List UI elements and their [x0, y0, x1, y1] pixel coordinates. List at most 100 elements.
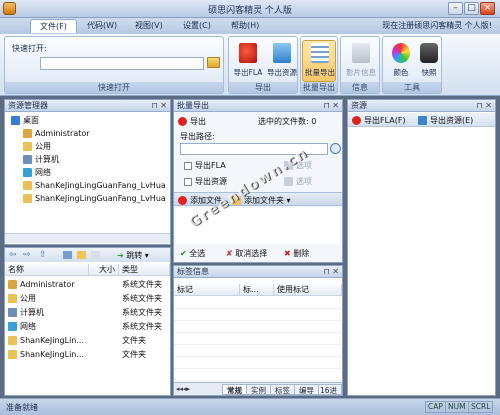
menu-settings[interactable]: 设置(C): [174, 19, 220, 33]
column-tag-short[interactable]: 标...: [240, 284, 274, 296]
batch-group: 批量导出 批量导出: [300, 36, 338, 94]
tree-item-folder-1[interactable]: ShanKeJingLingGuanFang_LvHua: [23, 180, 169, 192]
file-row[interactable]: 公用 系统文件夹: [5, 292, 173, 305]
resources-panel-header: 资源 ⊓ ✕: [348, 100, 495, 112]
batch-panel-header: 批量导出 ⊓ ✕: [174, 100, 342, 112]
tree-item-desktop[interactable]: 桌面: [11, 115, 39, 127]
network-icon: [8, 322, 17, 331]
explorer-panel: 资源管理器 ⊓ ✕ 桌面 Administrator 公用 计算机 网络 Sha…: [4, 99, 171, 245]
desktop-icon: [11, 116, 20, 125]
goto-icon: ➜: [117, 251, 124, 260]
deselect-button[interactable]: ✘ 取消选择: [226, 248, 267, 259]
goto-button[interactable]: ➜ 跳转 ▾: [117, 250, 149, 261]
folder-open-icon[interactable]: [207, 57, 220, 68]
tree-item-administrator[interactable]: Administrator: [23, 128, 90, 140]
column-tag[interactable]: 标记: [174, 284, 240, 296]
column-type[interactable]: 类型: [119, 264, 170, 276]
user-folder-icon: [23, 129, 32, 138]
menu-view[interactable]: 视图(V): [126, 19, 172, 33]
menu-help[interactable]: 帮助(H): [222, 19, 268, 33]
column-name[interactable]: 名称: [5, 264, 89, 276]
camera-icon: [420, 43, 438, 63]
resources-panel: 资源 ⊓ ✕ 导出FLA(F) 导出资源(E): [347, 99, 496, 396]
scroll-lock-indicator: SCRL: [468, 401, 494, 413]
view-list-icon[interactable]: [91, 251, 100, 259]
register-link[interactable]: 现在注册硕思闪客精灵 个人版!: [382, 20, 492, 31]
file-row[interactable]: Administrator 系统文件夹: [5, 278, 173, 291]
export-resources-button[interactable]: 导出资源: [264, 40, 298, 82]
folder-icon: [8, 336, 17, 345]
column-size[interactable]: 大小: [89, 264, 119, 276]
tab-edit[interactable]: 编导: [294, 384, 319, 395]
maximize-button[interactable]: □: [464, 2, 479, 15]
status-bar: 准备就绪 CAP NUM SCRL: [0, 398, 500, 415]
file-row[interactable]: ShanKeJingLin... 文件夹: [5, 334, 173, 347]
file-row[interactable]: 计算机 系统文件夹: [5, 306, 173, 319]
export-group-label: 导出: [229, 82, 297, 93]
uncheck-icon: ✘: [226, 249, 233, 258]
minimize-button[interactable]: –: [448, 2, 463, 15]
info-group: 影片信息 信息: [340, 36, 380, 94]
panel-pin-close-icon[interactable]: ⊓ ✕: [477, 100, 493, 112]
tree-item-folder-2[interactable]: ShanKeJingLingGuanFang_LvHua: [23, 193, 169, 205]
folder-icon: [8, 294, 17, 303]
info-group-label: 信息: [341, 82, 379, 93]
tree-item-computer[interactable]: 计算机: [23, 154, 59, 166]
panel-pin-close-icon[interactable]: ⊓ ✕: [324, 100, 340, 112]
tools-group: 颜色 快照 工具: [382, 36, 442, 94]
tree-item-public[interactable]: 公用: [23, 141, 51, 153]
title-bar: 硕思闪客精灵 个人版 – □ ×: [0, 0, 500, 18]
column-used-tag[interactable]: 使用标记: [274, 284, 342, 296]
tab-nav-arrows[interactable]: ◂◂◂▸: [176, 385, 190, 393]
quick-open-group-label: 快速打开: [5, 82, 223, 93]
panel-pin-close-icon[interactable]: ⊓ ✕: [324, 266, 340, 278]
explorer-panel-header: 资源管理器 ⊓ ✕: [5, 100, 170, 112]
browse-icon[interactable]: [330, 143, 341, 154]
options-icon: [284, 177, 293, 186]
close-button[interactable]: ×: [480, 2, 495, 15]
forward-icon[interactable]: ⇨: [23, 250, 31, 260]
folder-icon: [23, 194, 32, 203]
computer-icon: [8, 308, 17, 317]
up-folder-icon[interactable]: ⇧: [39, 250, 47, 260]
horizontal-scrollbar[interactable]: [5, 233, 170, 243]
check-icon: ✔: [180, 249, 187, 258]
export-fla-checkbox[interactable]: 导出FLA: [184, 160, 226, 171]
batch-export-button[interactable]: 批量导出: [302, 40, 336, 82]
snapshot-button[interactable]: 快照: [411, 40, 445, 82]
tag-grid[interactable]: [174, 297, 342, 381]
tag-panel-header: 标签信息 ⊓ ✕: [174, 266, 342, 278]
batch-group-label: 批量导出: [301, 82, 337, 93]
tab-instance[interactable]: 实例: [246, 384, 271, 395]
panel-pin-close-icon[interactable]: ⊓ ✕: [152, 100, 168, 112]
movie-info-icon: [352, 43, 370, 63]
delete-button[interactable]: ✖ 删除: [284, 248, 309, 259]
file-list-toolbar: ⇦ ⇨ ⇧ ➜ 跳转 ▾: [5, 248, 170, 262]
export-resources-checkbox[interactable]: 导出资源: [184, 176, 227, 187]
resources-icon: [418, 116, 427, 125]
add-file-icon: [178, 196, 187, 205]
tab-general[interactable]: 常规: [222, 384, 247, 395]
folder-icon: [23, 142, 32, 151]
batch-export-button[interactable]: 导出: [178, 116, 206, 127]
menu-code[interactable]: 代码(W): [78, 19, 126, 33]
menu-file[interactable]: 文件(F): [30, 19, 77, 33]
network-icon: [23, 168, 32, 177]
back-icon[interactable]: ⇦: [9, 250, 17, 260]
file-row[interactable]: 网络 系统文件夹: [5, 320, 173, 333]
view-detail-icon[interactable]: [77, 251, 86, 259]
view-icon[interactable]: [63, 251, 72, 259]
tree-item-network[interactable]: 网络: [23, 167, 51, 179]
tag-grid-header: 标记 标... 使用标记: [174, 284, 342, 296]
movie-info-button: 影片信息: [343, 40, 377, 82]
window-title: 硕思闪客精灵 个人版: [208, 6, 292, 16]
resources-export-button[interactable]: 导出资源(E): [418, 115, 473, 126]
quick-open-input[interactable]: [40, 57, 204, 70]
export-fla-button[interactable]: 导出FLA: [230, 40, 264, 82]
tab-hex[interactable]: 16进制: [318, 384, 342, 406]
tag-info-panel: 标签信息 ⊓ ✕ 标记 标... 使用标记 ◂◂◂▸ 常规 实例 标签 编导 1…: [173, 265, 343, 406]
resources-export-fla-button[interactable]: 导出FLA(F): [352, 115, 406, 126]
select-all-button[interactable]: ✔ 全选: [180, 248, 205, 259]
file-row[interactable]: ShanKeJingLin... 文件夹: [5, 348, 173, 361]
tab-tag[interactable]: 标签: [270, 384, 295, 395]
